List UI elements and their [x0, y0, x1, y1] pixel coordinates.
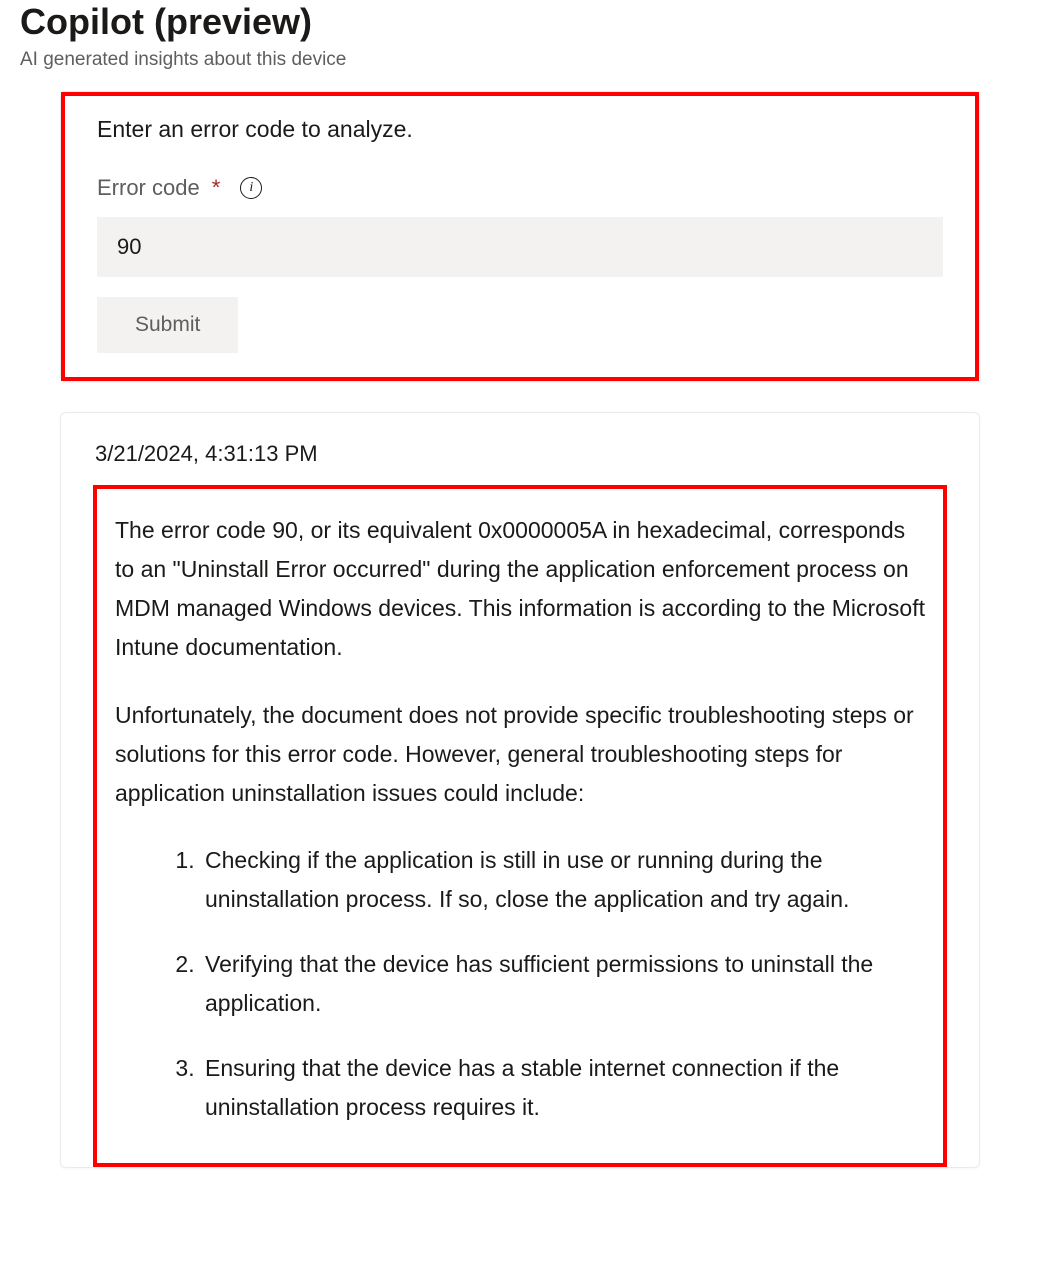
troubleshooting-steps-list: Checking if the application is still in …: [115, 841, 925, 1128]
page-subtitle: AI generated insights about this device: [20, 49, 1020, 71]
page-title: Copilot (preview): [20, 0, 1020, 43]
response-highlight-box: The error code 90, or its equivalent 0x0…: [93, 485, 947, 1167]
error-code-label: Error code: [97, 175, 200, 201]
response-paragraph-2: Unfortunately, the document does not pro…: [115, 696, 925, 813]
response-card: 3/21/2024, 4:31:13 PM The error code 90,…: [60, 412, 980, 1168]
list-item: Checking if the application is still in …: [201, 841, 925, 919]
page-header: Copilot (preview) AI generated insights …: [0, 0, 1040, 81]
required-asterisk: *: [212, 175, 221, 201]
response-paragraph-1: The error code 90, or its equivalent 0x0…: [115, 511, 925, 667]
error-code-input[interactable]: [97, 217, 943, 277]
input-highlight-box: Enter an error code to analyze. Error co…: [61, 92, 979, 381]
list-item: Verifying that the device has sufficient…: [201, 945, 925, 1023]
response-timestamp: 3/21/2024, 4:31:13 PM: [93, 441, 947, 467]
info-icon[interactable]: i: [240, 177, 262, 199]
list-item: Ensuring that the device has a stable in…: [201, 1049, 925, 1127]
field-label-row: Error code * i: [97, 175, 943, 201]
error-code-input-card: Enter an error code to analyze. Error co…: [60, 91, 980, 382]
submit-button[interactable]: Submit: [97, 297, 238, 353]
prompt-text: Enter an error code to analyze.: [97, 116, 943, 143]
